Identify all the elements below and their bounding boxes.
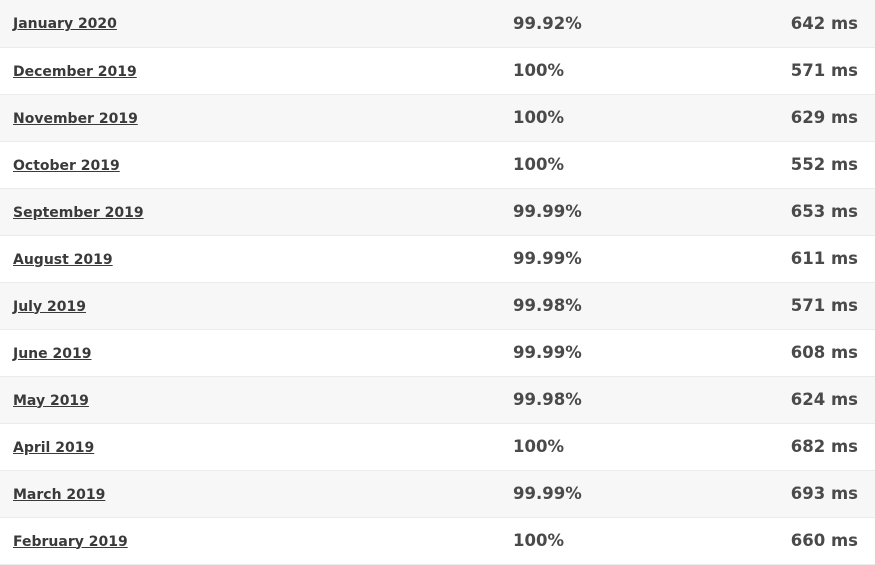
uptime-cell: 100% [513,155,564,174]
uptime-cell: 100% [513,531,564,550]
response-time-cell: 571 ms [790,61,858,80]
uptime-cell: 99.98% [513,390,582,409]
month-cell: March 2019 [0,470,513,517]
response-time-cell: 608 ms [790,343,858,362]
month-link[interactable]: April 2019 [13,440,94,456]
month-link[interactable]: March 2019 [13,487,105,503]
uptime-cell: 99.98% [513,296,582,315]
month-link[interactable]: August 2019 [13,252,113,268]
response-time-cell: 642 ms [790,13,858,33]
month-cell: April 2019 [0,423,513,470]
response-time-cell: 611 ms [790,249,858,268]
month-link[interactable]: July 2019 [13,299,86,315]
table-row: February 2019 100% 660 ms [0,517,875,564]
uptime-history-table: January 2020 99.92% 642 ms December 2019… [0,0,875,565]
month-link[interactable]: October 2019 [13,158,120,174]
month-link[interactable]: November 2019 [13,111,138,127]
month-cell: November 2019 [0,94,513,141]
month-cell: July 2019 [0,282,513,329]
response-time-cell: 693 ms [790,484,858,503]
table-row: March 2019 99.99% 693 ms [0,470,875,517]
month-cell: December 2019 [0,47,513,94]
month-link[interactable]: June 2019 [13,346,91,362]
uptime-cell: 99.99% [513,202,582,221]
month-cell: August 2019 [0,235,513,282]
month-link[interactable]: January 2020 [13,16,117,32]
uptime-cell: 99.99% [513,484,582,503]
uptime-cell: 100% [513,108,564,127]
response-time-cell: 624 ms [790,390,858,409]
month-link[interactable]: February 2019 [13,534,128,550]
table-row: June 2019 99.99% 608 ms [0,329,875,376]
response-time-cell: 629 ms [790,108,858,127]
month-link[interactable]: December 2019 [13,64,137,80]
month-cell: January 2020 [0,0,513,47]
month-cell: June 2019 [0,329,513,376]
month-cell: May 2019 [0,376,513,423]
table-row: April 2019 100% 682 ms [0,423,875,470]
response-time-cell: 653 ms [790,202,858,221]
uptime-cell: 99.92% [513,13,582,33]
month-link[interactable]: May 2019 [13,393,89,409]
table-row: August 2019 99.99% 611 ms [0,235,875,282]
month-cell: October 2019 [0,141,513,188]
uptime-cell: 100% [513,61,564,80]
month-cell: September 2019 [0,188,513,235]
response-time-cell: 660 ms [790,531,858,550]
month-link[interactable]: September 2019 [13,205,144,221]
uptime-cell: 99.99% [513,249,582,268]
table-row: January 2020 99.92% 642 ms [0,0,875,47]
table-row: December 2019 100% 571 ms [0,47,875,94]
table-row: July 2019 99.98% 571 ms [0,282,875,329]
table-row: May 2019 99.98% 624 ms [0,376,875,423]
month-cell: February 2019 [0,517,513,564]
table-row: September 2019 99.99% 653 ms [0,188,875,235]
uptime-cell: 99.99% [513,343,582,362]
table-row: November 2019 100% 629 ms [0,94,875,141]
response-time-cell: 571 ms [790,296,858,315]
response-time-cell: 552 ms [790,155,858,174]
uptime-cell: 100% [513,437,564,456]
response-time-cell: 682 ms [790,437,858,456]
table-row: October 2019 100% 552 ms [0,141,875,188]
